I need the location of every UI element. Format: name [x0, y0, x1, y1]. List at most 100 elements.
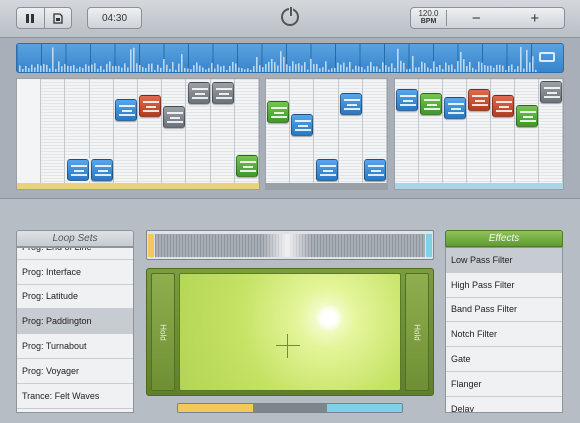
waveform-bar: [499, 64, 501, 72]
waveform-bar: [277, 65, 279, 72]
waveform-bar: [418, 67, 420, 72]
grid-column[interactable]: [266, 79, 291, 183]
loop-cell[interactable]: [363, 159, 386, 181]
effect-item[interactable]: High Pass Filter: [446, 273, 562, 298]
grid-column[interactable]: [113, 79, 138, 183]
loop-cell[interactable]: [211, 82, 234, 104]
loop-cell[interactable]: [315, 159, 338, 181]
waveform-bar: [253, 66, 255, 72]
effects-list[interactable]: Low Pass Filter High Pass Filter Band Pass…: [445, 247, 563, 413]
loop-cell[interactable]: [492, 95, 514, 117]
effect-item[interactable]: Flanger: [446, 372, 562, 397]
waveform-bar: [307, 69, 309, 72]
loop-set-item[interactable]: Prog: Latitude: [17, 285, 133, 310]
grid-column[interactable]: [443, 79, 467, 183]
waveform-bar: [460, 51, 462, 72]
grid-column[interactable]: [41, 79, 66, 183]
mix-balance-bar[interactable]: [177, 403, 403, 413]
mix-segment-right: [327, 404, 402, 412]
loop-cell[interactable]: [396, 89, 418, 111]
loop-cell[interactable]: [267, 101, 290, 123]
waveform-bar: [442, 68, 444, 72]
loop-cell[interactable]: [187, 82, 210, 104]
waveform-bar: [496, 64, 498, 72]
crossfader[interactable]: [146, 230, 434, 260]
waveform-bar: [337, 62, 339, 72]
grid-footer: [266, 183, 387, 189]
waveform-bar: [229, 65, 231, 72]
waveform-bar: [163, 59, 165, 72]
loop-cell[interactable]: [90, 159, 113, 181]
effects-title: Effects: [445, 230, 563, 247]
waveform-bar: [325, 61, 327, 72]
loop-set-item[interactable]: Trance: Felt Waves: [17, 384, 133, 409]
waveform-bar: [139, 65, 141, 72]
top-toolbar: 04:30 120.0 BPM − +: [0, 0, 580, 38]
waveform-bar: [256, 57, 258, 72]
loop-set-item[interactable]: Prog: End of Line: [17, 248, 133, 260]
waveform-bar: [211, 62, 213, 72]
waveform-bar: [427, 67, 429, 72]
waveform-overview[interactable]: [16, 43, 564, 73]
tempo-increase-button[interactable]: +: [506, 10, 565, 27]
time-display: 04:30: [87, 7, 142, 29]
effect-item[interactable]: Gate: [446, 347, 562, 372]
loop-cell[interactable]: [139, 95, 162, 117]
loop-cell[interactable]: [540, 81, 562, 103]
waveform-bar: [415, 67, 417, 72]
waveform-bar: [280, 51, 282, 72]
loop-cell[interactable]: [291, 114, 314, 136]
waveform-bar: [199, 65, 201, 72]
waveform-bar: [169, 68, 171, 72]
waveform-bar: [172, 61, 174, 72]
effect-item[interactable]: Band Pass Filter: [446, 298, 562, 323]
grid-column[interactable]: [515, 79, 539, 183]
loop-set-item[interactable]: Prog: Voyager: [17, 359, 133, 384]
tempo-decrease-button[interactable]: −: [447, 10, 506, 27]
loop-set-item[interactable]: Prog: Interface: [17, 260, 133, 285]
waveform-bar: [346, 66, 348, 72]
waveform-bar: [520, 46, 522, 72]
power-button[interactable]: [281, 6, 299, 26]
waveform-bar: [241, 68, 243, 72]
waveform-bar: [352, 69, 354, 72]
waveform-bar: [22, 68, 24, 72]
waveform-icon: [367, 165, 384, 176]
waveform-icon: [167, 112, 184, 123]
waveform-icon: [520, 111, 536, 122]
grid-column[interactable]: [162, 79, 187, 183]
loop-cell[interactable]: [114, 99, 137, 121]
loop-sets-list[interactable]: Prog: End of LineProg: InterfaceProg: La…: [16, 247, 134, 413]
crossfader-handle[interactable]: [262, 234, 312, 257]
loop-icon[interactable]: [539, 52, 555, 62]
loop-cell[interactable]: [235, 155, 258, 177]
loop-cell[interactable]: [444, 97, 466, 119]
waveform-bar: [367, 65, 369, 72]
waveform-bar: [115, 66, 117, 72]
loop-cell[interactable]: [516, 105, 538, 127]
effect-item[interactable]: Notch Filter: [446, 322, 562, 348]
grid-column[interactable]: [17, 79, 42, 183]
save-button[interactable]: [43, 8, 72, 28]
loop-cell[interactable]: [163, 106, 186, 128]
waveform-bar: [259, 65, 261, 72]
loop-set-item[interactable]: Prog: Turnabout: [17, 334, 133, 359]
bpm-unit: BPM: [420, 18, 437, 25]
waveform-bar: [526, 49, 528, 72]
waveform-icon: [239, 161, 256, 172]
waveform-bar: [328, 69, 330, 72]
loop-cell[interactable]: [339, 93, 362, 115]
pause-button[interactable]: [17, 8, 44, 28]
effect-item[interactable]: Low Pass Filter: [446, 248, 562, 273]
xy-pad-surface[interactable]: [179, 273, 401, 391]
hold-right-button[interactable]: Hold: [405, 273, 429, 391]
loop-set-item[interactable]: Prog: Paddington: [17, 309, 133, 335]
loop-cell[interactable]: [468, 89, 490, 111]
effect-item[interactable]: Delay: [446, 397, 562, 412]
loop-cell[interactable]: [420, 93, 442, 115]
loop-cell[interactable]: [64, 157, 91, 183]
waveform-bar: [292, 61, 294, 72]
waveform-bar: [217, 64, 219, 72]
waveform-bar: [301, 65, 303, 72]
hold-left-button[interactable]: Hold: [151, 273, 175, 391]
